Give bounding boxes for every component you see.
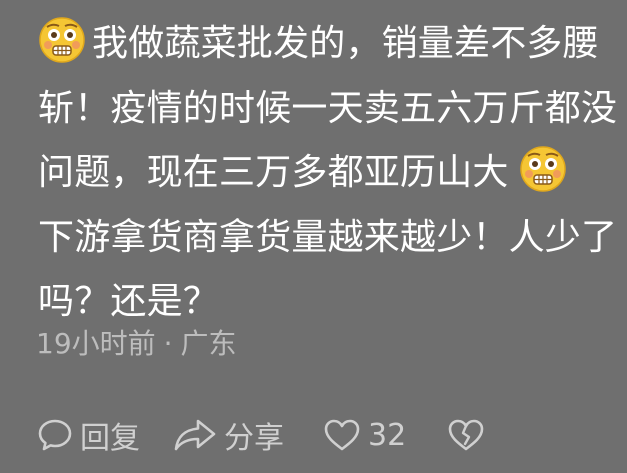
share-button[interactable]: 分享 (172, 413, 284, 457)
comment-line: 下游拿货商拿货量越来越少！人少了 (38, 216, 618, 258)
share-label: 分享 (224, 421, 284, 456)
comment-line-text: 我做蔬菜批发的，销量差不多腰 (92, 23, 599, 64)
broken-heart-icon (448, 419, 484, 451)
share-arrow-icon (174, 419, 216, 451)
like-button[interactable]: 32 (322, 416, 406, 454)
comment-meta: 19小时前 · 广东 (36, 324, 237, 364)
comment-line: 我做蔬菜批发的，销量差不多腰 (38, 12, 620, 77)
flushed-emoji-icon (39, 17, 85, 63)
heart-icon (324, 419, 360, 451)
reply-label: 回复 (80, 421, 140, 456)
meta-separator: · (163, 327, 173, 360)
comment-line: 斩！疫情的时候一天卖五六万斤都没 (38, 87, 618, 129)
speech-bubble-icon (38, 419, 72, 451)
reply-button[interactable]: 回复 (36, 413, 140, 457)
comment-card: 我做蔬菜批发的，销量差不多腰 斩！疫情的时候一天卖五六万斤都没 问题，现在三万多… (0, 0, 627, 473)
like-count: 32 (368, 417, 407, 453)
comment-location: 广东 (180, 327, 237, 360)
comment-time: 19小时前 (36, 327, 156, 360)
comment-line-text: 问题，现在三万多都亚历山大 (38, 152, 509, 193)
comment-actions: 回复 分享 32 (36, 412, 486, 458)
dislike-button[interactable] (446, 416, 486, 454)
flushed-emoji-icon (519, 146, 566, 192)
comment-line: 问题，现在三万多都亚历山大 (38, 141, 620, 206)
comment-body: 我做蔬菜批发的，销量差不多腰 斩！疫情的时候一天卖五六万斤都没 问题，现在三万多… (38, 12, 620, 335)
